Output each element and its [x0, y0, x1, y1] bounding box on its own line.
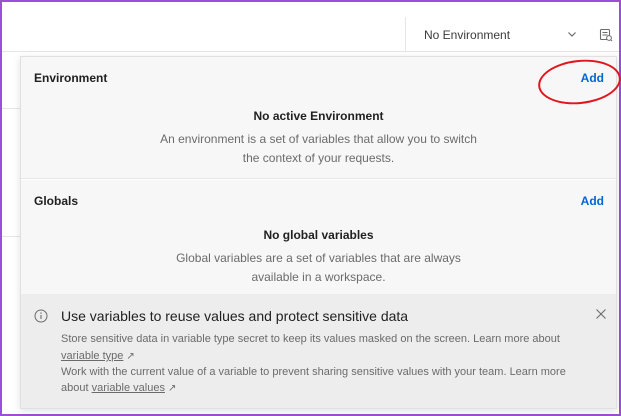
close-icon[interactable]: [595, 308, 607, 320]
background-divider: [2, 236, 20, 237]
globals-section: Globals Add No global variables Global v…: [21, 180, 616, 294]
chevron-down-icon: [568, 32, 576, 37]
environment-empty-title: No active Environment: [253, 109, 384, 123]
banner-text-line: variable type ↗: [61, 349, 581, 364]
banner-text-line: Store sensitive data in variable type se…: [61, 333, 560, 345]
banner-text-prefix: about: [61, 382, 89, 394]
external-link-icon: ↗: [126, 351, 135, 362]
variable-type-link[interactable]: variable type: [61, 350, 123, 362]
banner-text-line: about variable values ↗: [61, 381, 581, 396]
variable-values-link[interactable]: variable values: [92, 382, 165, 394]
environment-quicklook-panel: Environment Add No active Environment An…: [20, 56, 617, 409]
globals-empty-description: Global variables are a set of variables …: [176, 251, 461, 284]
environment-quicklook-button[interactable]: [593, 17, 619, 52]
external-link-icon: ↗: [167, 383, 177, 394]
environment-quicklook-icon: [599, 28, 613, 41]
banner-title: Use variables to reuse values and protec…: [61, 308, 409, 324]
environment-selector[interactable]: No Environment: [405, 17, 585, 52]
variables-info-banner: Use variables to reuse values and protec…: [21, 294, 616, 408]
banner-text-line: Work with the current value of a variabl…: [61, 366, 566, 378]
globals-empty-title: No global variables: [263, 228, 374, 242]
globals-section-title: Globals: [34, 194, 79, 208]
environment-section-header: Environment Add: [21, 57, 616, 93]
background-divider: [2, 108, 20, 109]
environment-selector-value: No Environment: [424, 27, 511, 42]
environment-section-title: Environment: [34, 71, 108, 85]
info-icon: [34, 309, 48, 323]
globals-section-header: Globals Add: [21, 180, 616, 216]
globals-add-button[interactable]: Add: [581, 194, 604, 208]
environment-section: Environment Add No active Environment An…: [21, 57, 616, 179]
environment-empty-description: An environment is a set of variables tha…: [160, 132, 477, 165]
